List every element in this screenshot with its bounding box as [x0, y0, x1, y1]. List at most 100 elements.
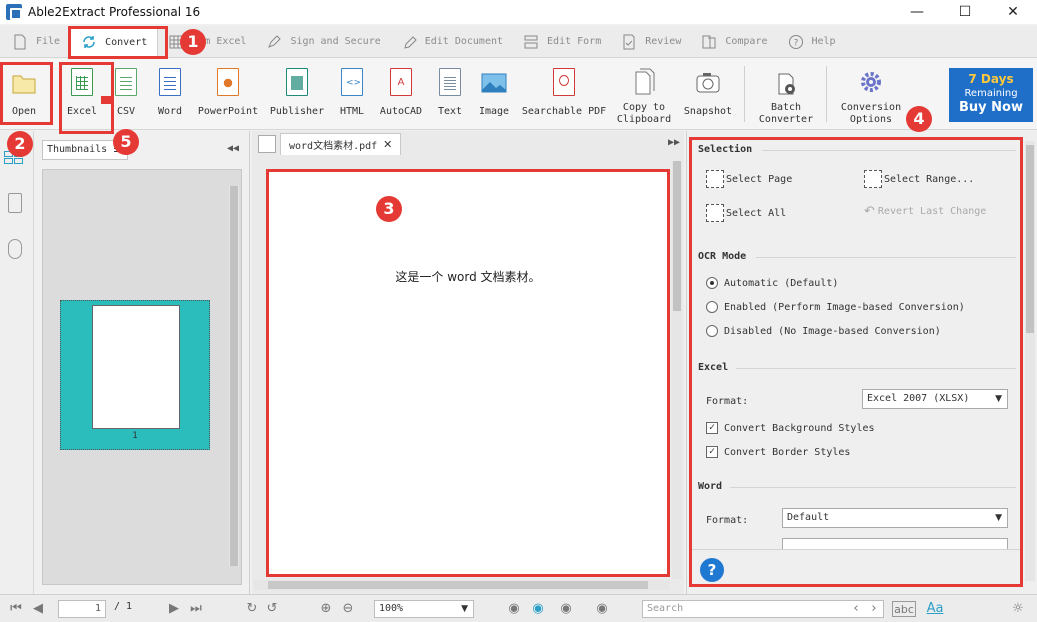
select-all-button[interactable]: Select All — [706, 204, 786, 222]
zoom-select[interactable]: 100% ▼ — [374, 600, 474, 618]
html-label: HTML — [339, 106, 365, 117]
annotation-badge-5: 5 — [113, 129, 139, 155]
rotate-counterclockwise-icon[interactable]: ↺ — [264, 601, 280, 617]
ocr-enabled-radio[interactable]: Enabled (Perform Image-based Conversion) — [706, 301, 965, 313]
zoom-in-icon[interactable]: ⊕ — [318, 601, 334, 617]
view-mode-icon[interactable]: ◉ — [506, 601, 522, 617]
tab-edit-document[interactable]: Edit Document — [391, 27, 513, 57]
image-icon — [481, 73, 507, 93]
snapshot-label: Snapshot — [683, 106, 733, 117]
copy-to-clipboard-label: Copy to Clipboard — [617, 102, 671, 126]
text-button[interactable]: Text — [434, 64, 466, 126]
help-button[interactable]: ? — [700, 558, 724, 582]
minimize-button[interactable]: — — [893, 0, 941, 24]
word-format-select[interactable]: Default ▼ — [782, 508, 1008, 528]
autocad-button[interactable]: A AutoCAD — [378, 64, 424, 126]
next-page-icon[interactable]: ▶ — [166, 601, 182, 617]
clipboard-line: Clipboard — [616, 114, 672, 125]
close-tab-icon[interactable]: ✕ — [383, 138, 392, 151]
convert-border-styles-checkbox[interactable]: ✓ Convert Border Styles — [706, 446, 850, 458]
revert-last-change-button[interactable]: ↶ Revert Last Change — [864, 204, 986, 219]
select-page-button[interactable]: Select Page — [706, 170, 792, 188]
text-file-icon — [439, 68, 461, 96]
annotation-badge-3: 3 — [376, 196, 402, 222]
previous-page-icon[interactable]: ◀ — [30, 601, 46, 617]
convert-background-styles-checkbox[interactable]: ✓ Convert Background Styles — [706, 422, 875, 434]
document-tab[interactable]: word文档素材.pdf ✕ — [280, 133, 402, 155]
search-previous-icon[interactable]: ‹ — [848, 601, 864, 617]
document-vertical-scrollbar[interactable] — [672, 161, 682, 579]
publisher-button[interactable]: Publisher — [268, 64, 326, 126]
bookmark-icon[interactable] — [8, 193, 22, 213]
tab-custom-excel[interactable]: tom Excel — [158, 27, 256, 57]
csv-button[interactable]: CSV — [112, 64, 140, 126]
select-range-button[interactable]: Select Range... — [864, 170, 974, 188]
close-button[interactable]: ✕ — [989, 0, 1037, 24]
page-thumbnail[interactable]: 1 — [60, 300, 210, 450]
convert-border-styles-label: Convert Border Styles — [724, 446, 851, 458]
thumbnails-scrollbar[interactable] — [229, 186, 239, 566]
brightness-icon[interactable]: ☼ — [1010, 601, 1026, 617]
tab-review[interactable]: Review — [611, 27, 691, 57]
zoom-out-icon[interactable]: ⊖ — [340, 601, 356, 617]
annotation-highlight-open — [0, 62, 53, 125]
tab-file[interactable]: File — [2, 27, 70, 57]
html-file-icon: <> — [341, 68, 363, 96]
maximize-button[interactable]: ☐ — [941, 0, 989, 24]
tab-edit-form[interactable]: Edit Form — [513, 27, 611, 57]
powerpoint-label: PowerPoint — [197, 106, 259, 117]
options-scrollbar[interactable] — [1025, 141, 1035, 581]
html-button[interactable]: <> HTML — [334, 64, 370, 126]
tab-help[interactable]: ? Help — [778, 27, 846, 57]
powerpoint-button[interactable]: PowerPoint — [196, 64, 260, 126]
checkbox-checked-icon: ✓ — [706, 446, 718, 458]
options-panel-content: Selection Select Page Select Range... Se… — [689, 137, 1023, 587]
pdf-page[interactable]: 这是一个 word 文档素材。 — [266, 169, 670, 577]
ocr-enabled-label: Enabled (Perform Image-based Conversion) — [724, 301, 965, 313]
expand-panel-icon[interactable]: ▶▶ — [668, 137, 680, 148]
batch-converter-button[interactable]: Batch Converter — [754, 64, 818, 126]
autocad-label: AutoCAD — [379, 106, 423, 117]
batch-converter-label: Batch Converter — [759, 102, 813, 126]
buy-now-button[interactable]: 7 Days Remaining Buy Now — [949, 68, 1033, 122]
convert-background-styles-label: Convert Background Styles — [724, 422, 875, 434]
document-horizontal-scrollbar[interactable] — [254, 580, 670, 590]
ocr-disabled-radio[interactable]: Disabled (No Image-based Conversion) — [706, 325, 941, 337]
image-button[interactable]: Image — [476, 64, 512, 126]
converter-line: Converter — [758, 114, 814, 125]
view-continuous-icon[interactable]: ◉ — [594, 601, 610, 617]
match-word-icon[interactable]: abc — [892, 601, 916, 617]
last-page-icon[interactable]: ⏭ — [188, 601, 204, 617]
days-remaining-label: Remaining — [964, 88, 1018, 99]
snapshot-button[interactable]: Snapshot — [682, 64, 734, 126]
search-next-icon[interactable]: › — [866, 601, 882, 617]
window-title: Able2Extract Professional 16 — [28, 5, 201, 19]
word-button[interactable]: Word — [154, 64, 186, 126]
help-icon: ? — [788, 34, 803, 49]
thumbnail-page-number: 1 — [132, 431, 138, 441]
revert-label: Revert Last Change — [877, 206, 987, 217]
tab-compare[interactable]: Compare — [691, 27, 777, 57]
copy-to-clipboard-button[interactable]: Copy to Clipboard — [614, 64, 674, 126]
excel-format-select[interactable]: Excel 2007 (XLSX) ▼ — [862, 389, 1008, 409]
attachment-icon[interactable] — [8, 239, 22, 259]
ocr-mode-heading: OCR Mode — [698, 251, 747, 262]
first-page-icon[interactable]: ⏮ — [8, 601, 24, 617]
view-single-icon[interactable]: ◉ — [530, 601, 546, 617]
conversion-options-button[interactable]: Conversion Options — [838, 64, 904, 126]
view-double-icon[interactable]: ◉ — [558, 601, 574, 617]
ocr-automatic-radio[interactable]: Automatic (Default) — [706, 277, 838, 289]
app-logo-icon — [6, 4, 22, 20]
copy-to-line: Copy to — [622, 102, 666, 113]
section-divider — [762, 150, 1016, 151]
selection-heading: Selection — [698, 144, 753, 155]
match-case-icon[interactable]: Aa — [924, 601, 946, 617]
home-icon[interactable] — [258, 135, 276, 153]
chevron-down-icon: ▼ — [995, 513, 1002, 523]
rotate-clockwise-icon[interactable]: ↻ — [244, 601, 260, 617]
collapse-panel-icon[interactable]: ◀◀ — [227, 143, 239, 154]
select-range-icon — [864, 170, 882, 188]
tab-sign-and-secure[interactable]: Sign and Secure — [256, 27, 390, 57]
page-number-input[interactable]: 1 — [58, 600, 106, 618]
searchable-pdf-button[interactable]: Searchable PDF — [520, 64, 608, 126]
